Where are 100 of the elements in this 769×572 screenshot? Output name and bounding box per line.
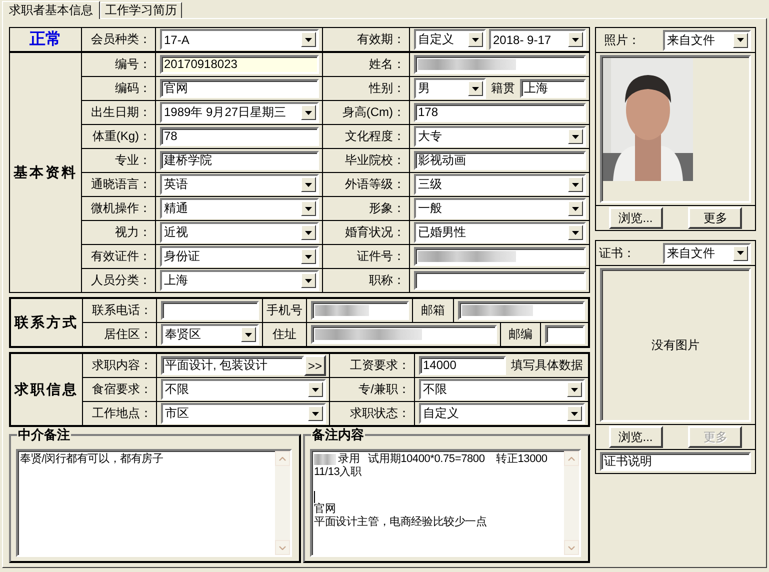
dropdown[interactable]: 近视 bbox=[160, 222, 319, 243]
field-label: 手机号 bbox=[266, 302, 302, 319]
field-label: 证书： bbox=[599, 244, 635, 262]
dropdown[interactable]: 男 bbox=[414, 78, 486, 99]
input-field[interactable]: 178 bbox=[414, 103, 586, 122]
dropdown[interactable]: 来自文件 bbox=[663, 242, 751, 264]
dropdown[interactable]: 奉贤区 bbox=[161, 324, 259, 345]
input-field[interactable]: 证书说明 bbox=[600, 452, 751, 471]
input-field[interactable] bbox=[458, 301, 585, 320]
dropdown[interactable]: 自定义 bbox=[414, 29, 486, 50]
dropdown[interactable]: 不限 bbox=[161, 379, 326, 400]
caret-icon bbox=[571, 388, 578, 392]
dropdown[interactable]: 身份证 bbox=[160, 246, 319, 267]
field-label: 微机操作： bbox=[91, 200, 151, 217]
dropdown-button[interactable] bbox=[567, 406, 582, 421]
field-label: 婚育状况： bbox=[345, 224, 405, 241]
section-title: 基本资料 bbox=[14, 164, 78, 182]
dropdown-button[interactable] bbox=[568, 177, 583, 192]
notes-textarea[interactable]: 奉贤/闵行都有可以，都有房子 bbox=[16, 449, 292, 557]
field-label: 有效证件： bbox=[91, 248, 151, 265]
input-field[interactable]: 20170918023 bbox=[160, 55, 319, 74]
input-field[interactable]: 上海 bbox=[520, 79, 586, 98]
input-field[interactable] bbox=[311, 301, 409, 320]
field-label: 工作地点： bbox=[92, 405, 152, 422]
dropdown-button[interactable] bbox=[301, 201, 316, 216]
dropdown-button[interactable] bbox=[568, 201, 583, 216]
caret-icon bbox=[572, 206, 579, 210]
dropdown[interactable]: 三级 bbox=[414, 174, 586, 195]
input-field[interactable]: 官网 bbox=[160, 79, 319, 98]
dropdown-button[interactable] bbox=[308, 382, 323, 397]
dropdown-button[interactable] bbox=[301, 225, 316, 240]
input-field[interactable]: 14000 bbox=[419, 356, 506, 375]
dropdown[interactable]: 不限 bbox=[419, 379, 585, 400]
dropdown-button[interactable] bbox=[241, 327, 256, 342]
field-label: 证件号： bbox=[357, 248, 405, 265]
field-label: 性别： bbox=[369, 80, 405, 97]
chevron-down-icon bbox=[568, 546, 575, 550]
dropdown[interactable]: 2018- 9-17 bbox=[489, 29, 586, 50]
chevron-up-icon bbox=[279, 456, 286, 460]
expand-button[interactable]: >> bbox=[304, 355, 326, 376]
chevron-down-icon bbox=[279, 546, 286, 550]
redaction-blur bbox=[314, 454, 336, 465]
input-field[interactable]: 建桥学院 bbox=[160, 151, 319, 170]
dropdown-button[interactable] bbox=[468, 32, 483, 47]
browse-button[interactable]: 浏览... bbox=[608, 426, 663, 448]
dropdown-button[interactable] bbox=[733, 246, 748, 260]
input-field[interactable]: 78 bbox=[160, 127, 319, 146]
caret-icon bbox=[472, 38, 479, 42]
field-label: 文化程度： bbox=[345, 128, 405, 145]
dropdown-button[interactable] bbox=[301, 249, 316, 264]
dropdown-button[interactable] bbox=[568, 129, 583, 144]
dropdown-button[interactable] bbox=[301, 273, 316, 288]
dropdown-button[interactable] bbox=[301, 32, 316, 47]
input-field[interactable] bbox=[545, 325, 585, 344]
tab[interactable]: 求职者基本信息 bbox=[2, 1, 100, 19]
dropdown-button[interactable] bbox=[301, 177, 316, 192]
dropdown[interactable]: 大专 bbox=[414, 126, 586, 147]
dropdown[interactable]: 来自文件 bbox=[663, 30, 751, 50]
input-field[interactable] bbox=[414, 55, 586, 74]
dropdown[interactable]: 上海 bbox=[160, 270, 319, 291]
caret-icon bbox=[305, 38, 312, 42]
input-field[interactable] bbox=[161, 301, 259, 320]
tab[interactable]: 工作学习简历 bbox=[100, 2, 182, 18]
dropdown-button[interactable] bbox=[301, 105, 316, 120]
caret-icon bbox=[572, 230, 579, 234]
dropdown[interactable]: 市区 bbox=[161, 403, 326, 424]
field-label: 体重(Kg)： bbox=[92, 128, 151, 145]
dropdown-button[interactable] bbox=[468, 81, 483, 96]
field-label: 求职状态： bbox=[350, 405, 410, 422]
notes-textarea[interactable]: 录用 试用期10400*0.75=7800 转正13000 11/13入职 官网 平面设计主管，电商经验比较少一点 bbox=[310, 449, 581, 557]
caret-icon bbox=[312, 412, 319, 416]
dropdown-button[interactable] bbox=[733, 32, 748, 48]
dropdown-button[interactable] bbox=[308, 406, 323, 421]
input-field[interactable] bbox=[311, 325, 497, 344]
dropdown[interactable]: 自定义 bbox=[419, 403, 585, 424]
field-label: 联系电话： bbox=[92, 302, 152, 319]
dropdown[interactable]: 已婚男性 bbox=[414, 222, 586, 243]
field-label: 邮编 bbox=[508, 326, 532, 343]
field-label: 视力： bbox=[115, 224, 151, 241]
input-field[interactable] bbox=[414, 247, 586, 266]
dropdown[interactable]: 一般 bbox=[414, 198, 586, 219]
dropdown[interactable]: 英语 bbox=[160, 174, 319, 195]
dropdown-button[interactable] bbox=[568, 32, 583, 47]
input-field[interactable]: 影视动画 bbox=[414, 151, 586, 170]
caret-icon bbox=[737, 251, 744, 255]
inline-label: 填写具体数据 bbox=[510, 357, 584, 374]
dropdown-button[interactable] bbox=[568, 225, 583, 240]
input-field[interactable] bbox=[414, 271, 586, 290]
dropdown-button[interactable] bbox=[567, 382, 582, 397]
field-label: 出生日期： bbox=[91, 104, 151, 121]
dropdown[interactable]: 1989年 9月27日星期三 bbox=[160, 102, 319, 123]
input-field[interactable]: 平面设计, 包装设计 bbox=[161, 356, 304, 375]
dropdown[interactable]: 17-A bbox=[160, 29, 319, 50]
field-label: 工资要求： bbox=[350, 357, 410, 374]
text-cursor bbox=[314, 490, 315, 502]
dropdown[interactable]: 精通 bbox=[160, 198, 319, 219]
browse-button[interactable]: 浏览... bbox=[608, 207, 663, 229]
field-label: 照片： bbox=[604, 32, 640, 48]
field-label: 专业： bbox=[115, 152, 151, 169]
more-button[interactable]: 更多 bbox=[688, 207, 742, 229]
